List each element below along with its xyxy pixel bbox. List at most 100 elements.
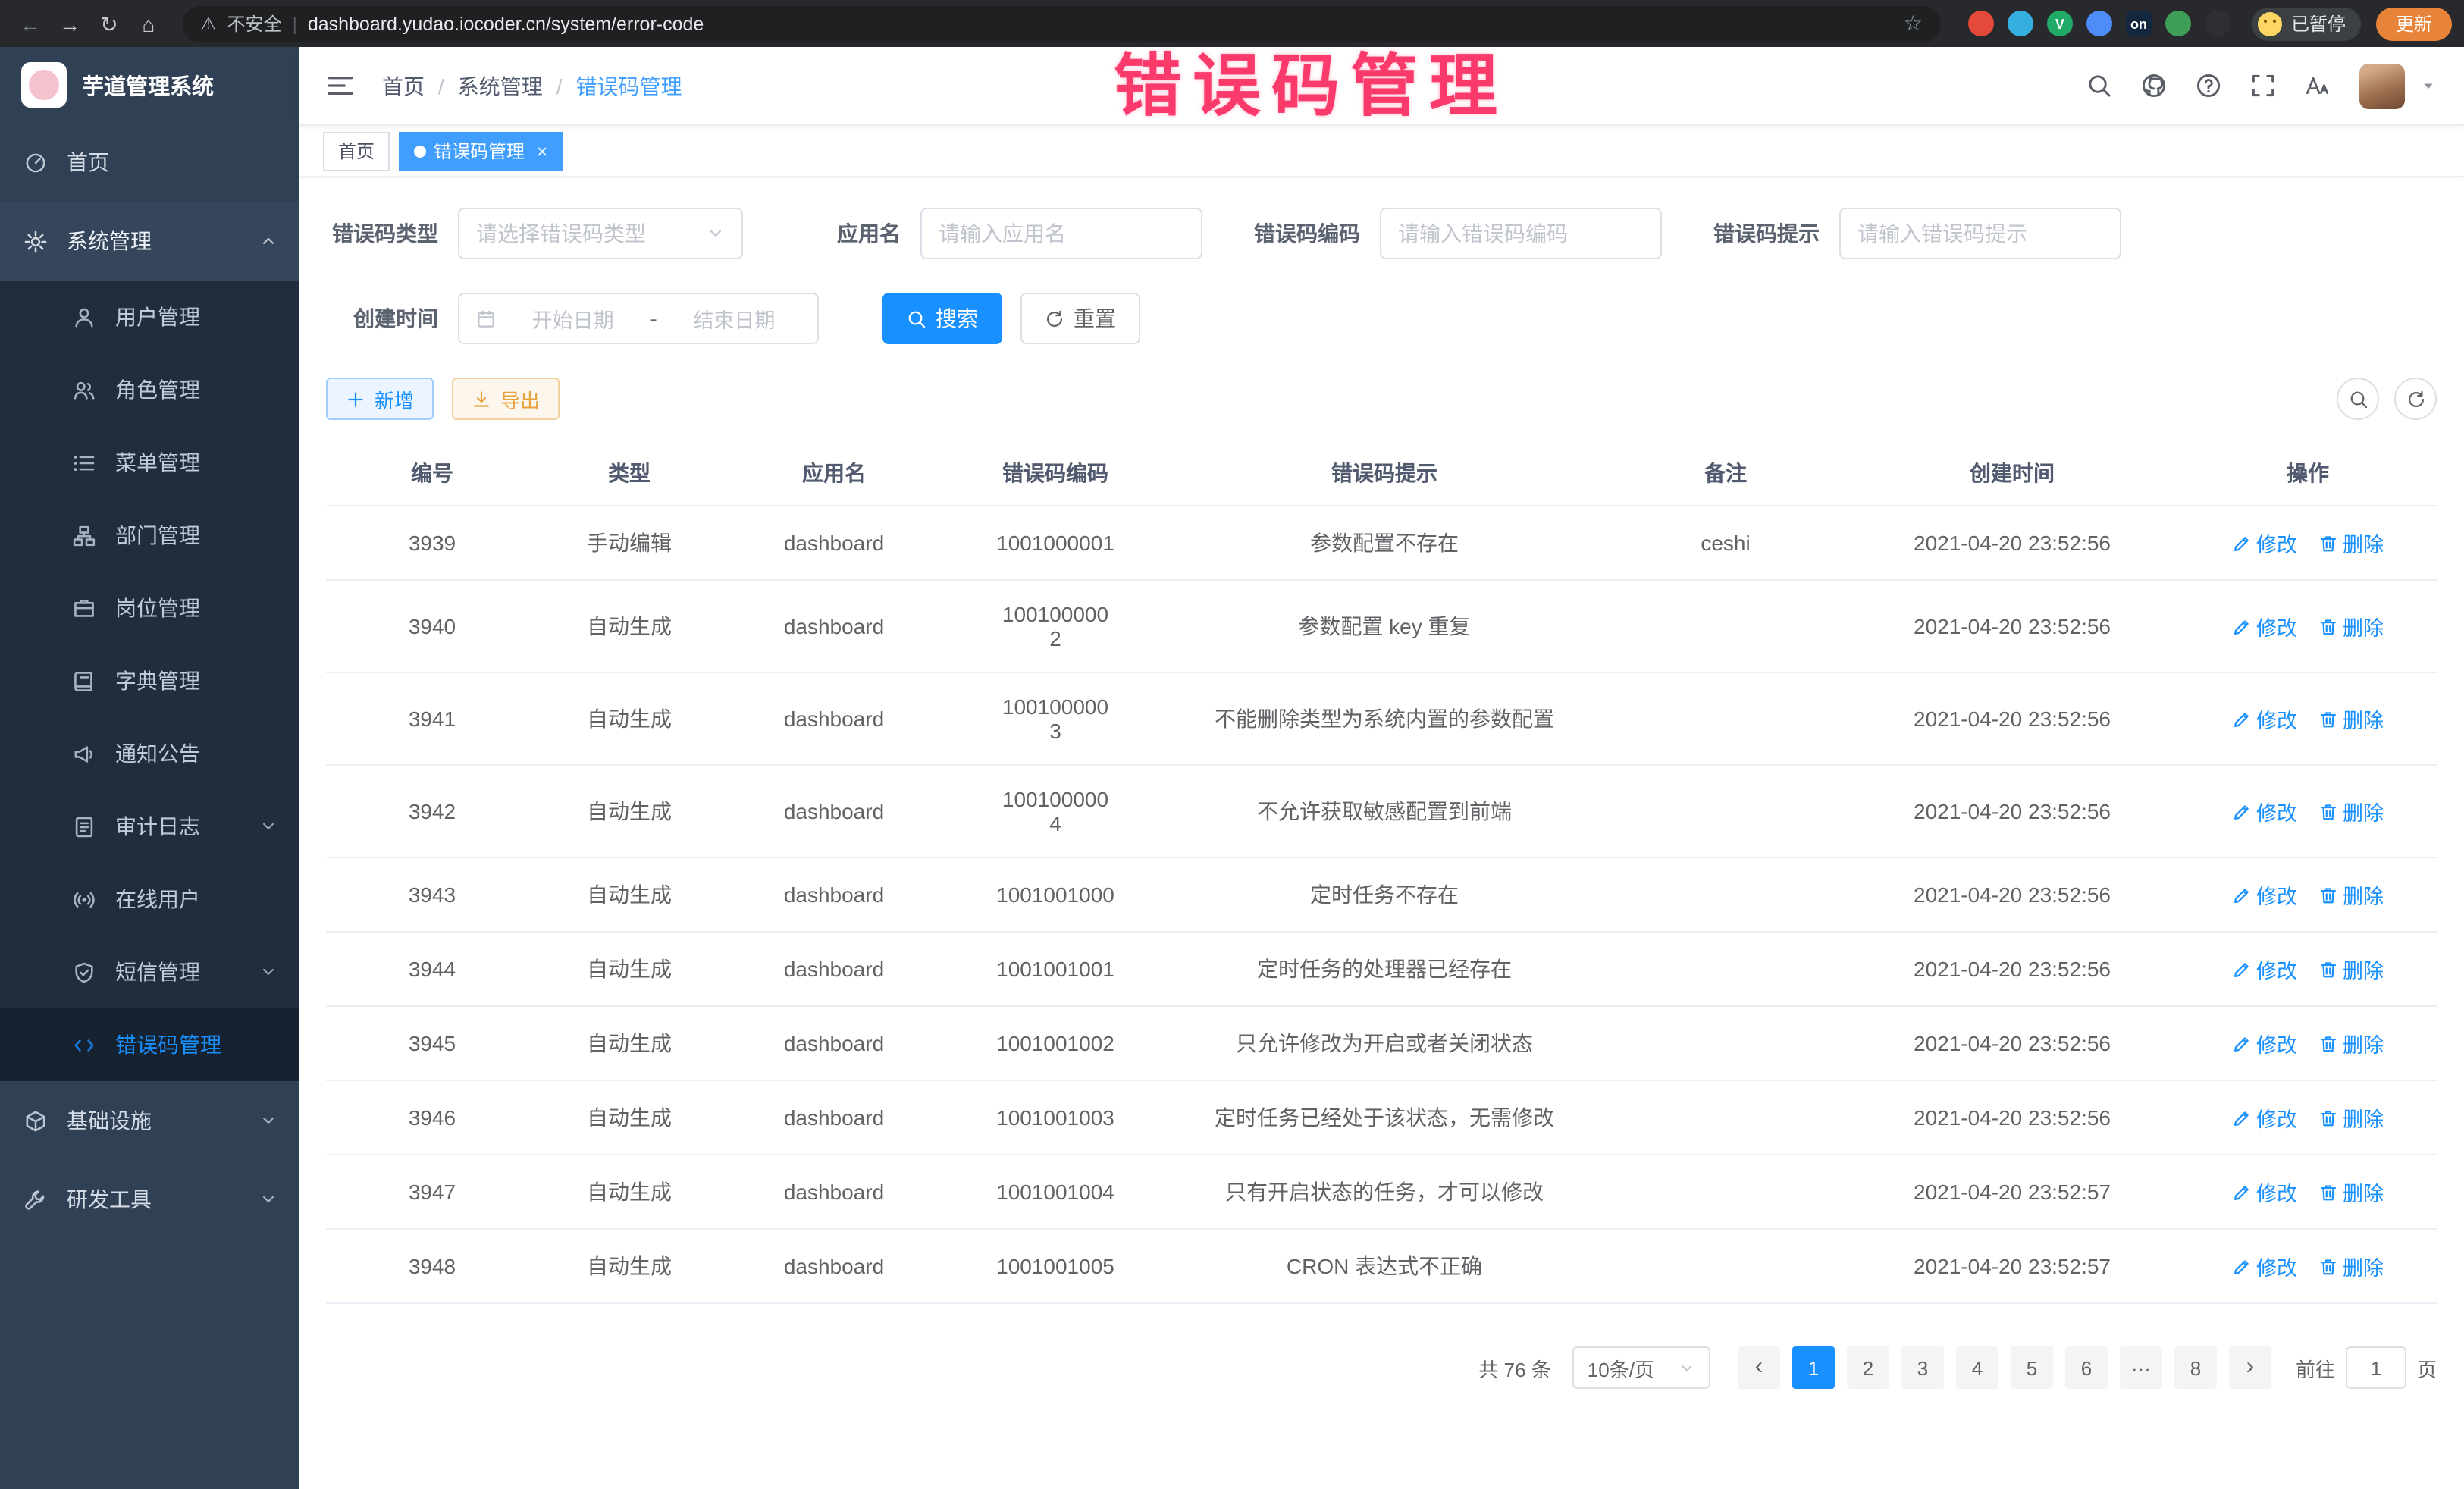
sidebar-item-notice[interactable]: 通知公告 [0,717,299,790]
forward-icon[interactable]: → [52,5,88,42]
sidebar-item-errorcode[interactable]: 错误码管理 [0,1008,299,1081]
delete-link[interactable]: 删除 [2318,1028,2384,1058]
delete-link[interactable]: 删除 [2318,954,2384,984]
logo-row[interactable]: 芋道管理系统 [0,47,299,123]
page-button-1[interactable]: 1 [1792,1346,1835,1389]
reload-icon[interactable]: ↻ [91,5,127,42]
hamburger-icon[interactable] [326,71,355,100]
tool-icon [24,1188,49,1211]
sidebar-item-home[interactable]: 首页 [0,123,299,202]
sidebar-item-post[interactable]: 岗位管理 [0,572,299,644]
cell-app: dashboard [720,857,948,932]
edit-link[interactable]: 修改 [2232,1028,2297,1058]
sidebar-item-infra[interactable]: 基础设施 [0,1081,299,1160]
breadcrumb-item[interactable]: 首页 [382,71,425,101]
blue-people-extension-icon[interactable] [2086,11,2112,36]
profile-chip[interactable]: 已暂停 [2252,7,2361,40]
page-button-8[interactable]: 8 [2174,1346,2217,1389]
cell-app: dashboard [720,1229,948,1303]
add-button[interactable]: 新增 [326,378,434,420]
delete-link[interactable]: 删除 [2318,879,2384,910]
delete-link[interactable]: 删除 [2318,704,2384,734]
green-leaf-extension-icon[interactable] [2165,11,2191,36]
search-button[interactable]: 搜索 [882,293,1002,344]
page-list: 123456 ··· 8 [1792,1346,2217,1389]
sidebar-item-dict[interactable]: 字典管理 [0,644,299,717]
chevron-down-icon[interactable] [2420,77,2437,94]
sidebar-item-role[interactable]: 角色管理 [0,353,299,426]
edit-link[interactable]: 修改 [2232,611,2297,641]
edit-link[interactable]: 修改 [2232,879,2297,910]
teal-drop-extension-icon[interactable] [2008,11,2033,36]
refresh-table-button[interactable] [2394,378,2437,420]
page-button-4[interactable]: 4 [1956,1346,1998,1389]
edit-link[interactable]: 修改 [2232,528,2297,558]
delete-link[interactable]: 删除 [2318,1251,2384,1281]
page-button-5[interactable]: 5 [2011,1346,2053,1389]
sidebar-item-devtool[interactable]: 研发工具 [0,1160,299,1239]
dark-pin-extension-icon[interactable] [2205,11,2230,36]
tag-错误码管理[interactable]: 错误码管理× [399,131,563,171]
sidebar-item-dept[interactable]: 部门管理 [0,499,299,572]
breadcrumb-item[interactable]: 系统管理 [458,71,543,101]
delete-link[interactable]: 删除 [2318,796,2384,826]
toggle-search-button[interactable] [2337,378,2379,420]
cell-type: 自动生成 [538,1080,720,1155]
delete-link[interactable]: 删除 [2318,611,2384,641]
page-size-select[interactable]: 10条/页 [1572,1346,1710,1389]
delete-link[interactable]: 删除 [2318,1102,2384,1133]
app-name-input[interactable] [939,221,1184,246]
delete-link[interactable]: 删除 [2318,1177,2384,1207]
cell-app: dashboard [720,580,948,672]
search-icon[interactable] [2086,73,2112,99]
home-icon[interactable]: ⌂ [130,5,167,42]
sidebar-item-online[interactable]: 在线用户 [0,863,299,936]
tag-首页[interactable]: 首页 [323,131,390,171]
app-logo [21,62,67,108]
edit-link[interactable]: 修改 [2232,796,2297,826]
export-button[interactable]: 导出 [452,378,560,420]
prev-page-button[interactable]: ‹ [1738,1346,1780,1389]
cell-hint: CRON 表达式不正确 [1163,1229,1606,1303]
edit-link[interactable]: 修改 [2232,1177,2297,1207]
cell-time: 2021-04-20 23:52:56 [1845,506,2179,580]
edit-link[interactable]: 修改 [2232,704,2297,734]
github-icon[interactable] [2141,73,2167,99]
error-code-input[interactable] [1398,221,1644,246]
back-icon[interactable]: ← [12,5,49,42]
sidebar-item-system[interactable]: 系统管理 [0,202,299,281]
edit-link[interactable]: 修改 [2232,1251,2297,1281]
page-button-6[interactable]: 6 [2065,1346,2108,1389]
sidebar-item-auditlog[interactable]: 审计日志 [0,790,299,863]
font-size-icon[interactable] [2305,73,2331,99]
address-bar[interactable]: ⚠ 不安全 | dashboard.yudao.iocoder.cn/syste… [182,5,1941,42]
fullscreen-icon[interactable] [2250,73,2276,99]
red-record-extension-icon[interactable] [1968,11,1994,36]
page-ellipsis-button[interactable]: ··· [2120,1346,2162,1389]
cell-hint: 参数配置 key 重复 [1163,580,1606,672]
help-icon[interactable] [2196,73,2221,99]
update-button[interactable]: 更新 [2376,7,2452,40]
next-page-button[interactable]: › [2229,1346,2271,1389]
close-icon[interactable]: × [537,140,547,161]
date-range-picker[interactable]: 开始日期 - 结束日期 [458,293,819,344]
page-button-2[interactable]: 2 [1847,1346,1889,1389]
page-button-3[interactable]: 3 [1901,1346,1944,1389]
edit-link[interactable]: 修改 [2232,954,2297,984]
green-v-extension-icon[interactable]: V [2047,11,2073,36]
date-range-separator: - [650,306,657,331]
refresh-icon [2406,389,2425,409]
sidebar-item-menu[interactable]: 菜单管理 [0,426,299,499]
delete-link[interactable]: 删除 [2318,528,2384,558]
dark-on-extension-icon[interactable]: on [2126,11,2152,36]
reset-button[interactable]: 重置 [1020,293,1140,344]
bookmark-star-icon[interactable]: ☆ [1904,11,1923,36]
error-hint-input[interactable] [1857,221,2103,246]
edit-link[interactable]: 修改 [2232,1102,2297,1133]
error-type-select[interactable]: 请选择错误码类型 [458,208,743,259]
sidebar-item-sms[interactable]: 短信管理 [0,936,299,1008]
jump-page-input[interactable] [2346,1346,2406,1389]
extensions-row: Von [1968,11,2230,36]
user-avatar[interactable] [2359,63,2405,108]
sidebar-item-user[interactable]: 用户管理 [0,281,299,353]
